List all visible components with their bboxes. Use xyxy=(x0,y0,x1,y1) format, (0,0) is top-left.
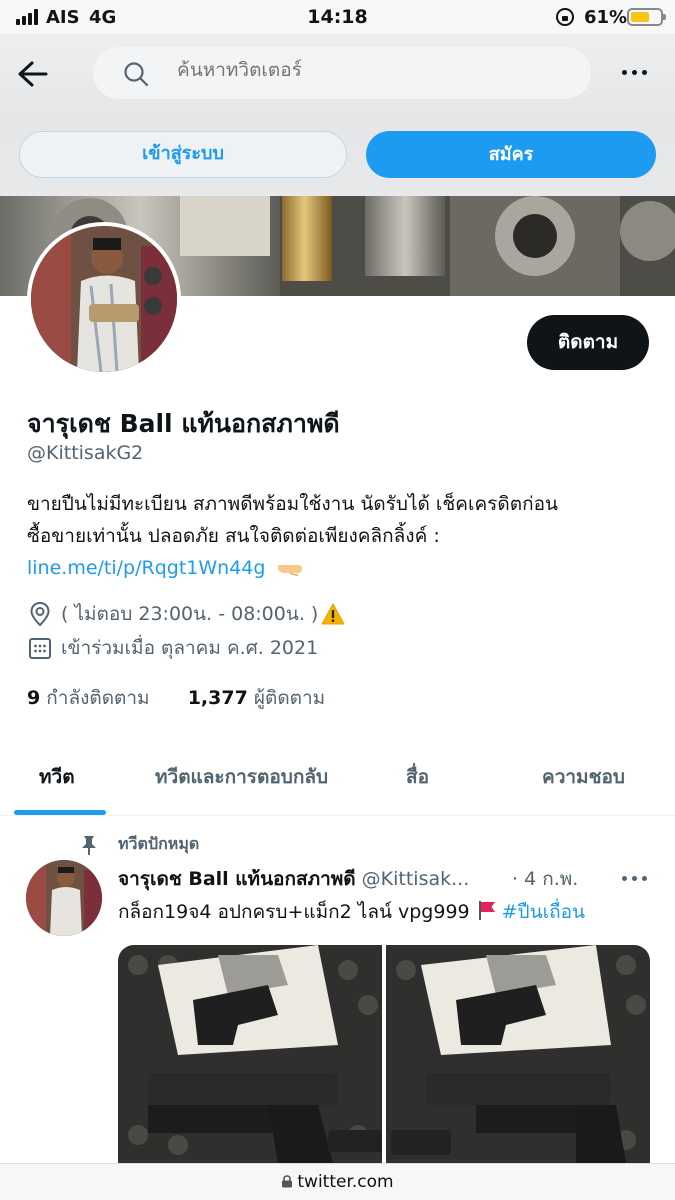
more-button[interactable] xyxy=(620,62,650,82)
tweet-author-handle[interactable]: @Kittisak... xyxy=(362,868,470,890)
warning-icon xyxy=(321,603,345,625)
signup-button[interactable]: สมัคร xyxy=(366,131,656,178)
tab-tweets[interactable]: ทวีต xyxy=(39,762,75,792)
active-tab-indicator xyxy=(14,810,106,815)
tweet-media xyxy=(118,945,650,1163)
bio-link-row: line.me/ti/p/Rqgt1Wn44g xyxy=(27,552,308,584)
tweet-hashtag[interactable]: #ปืนเถื่อน xyxy=(502,901,585,923)
search-icon xyxy=(124,62,149,87)
search-bar[interactable] xyxy=(93,47,591,99)
profile-avatar[interactable] xyxy=(27,222,181,376)
page-url: twitter.com xyxy=(297,1172,394,1192)
pointing-hand-icon xyxy=(277,564,302,576)
followers-count: 1,377 xyxy=(187,687,248,709)
tweet-date[interactable]: · 4 ก.พ. xyxy=(512,864,578,894)
following-link[interactable]: 9 กำลังติดตาม xyxy=(27,687,150,709)
login-button[interactable]: เข้าสู่ระบบ xyxy=(19,131,347,178)
tab-media[interactable]: สื่อ xyxy=(406,762,429,792)
follow-button[interactable]: ติดตาม xyxy=(527,315,649,370)
status-bar: AIS 4G 14:18 61% xyxy=(0,0,675,34)
tweet-media-image[interactable] xyxy=(386,945,650,1163)
tweet-text: กล็อก19จ4 อปกครบ+แม็ก2 ไลน์ vpg999 #ปืนเ… xyxy=(118,897,585,927)
lock-icon xyxy=(282,1175,293,1188)
followers-label: ผู้ติดตาม xyxy=(253,687,326,709)
bio-line: ขายปืนไม่มีทะเบียน สภาพดีพร้อมใช้งาน นัด… xyxy=(27,493,558,515)
followers-link[interactable]: 1,377 ผู้ติดตาม xyxy=(188,687,326,709)
red-flag-icon xyxy=(478,901,495,920)
following-label: กำลังติดตาม xyxy=(46,687,150,709)
search-input[interactable] xyxy=(177,59,557,81)
profile-handle: @KittisakG2 xyxy=(27,442,144,464)
calendar-icon xyxy=(29,638,51,659)
tweet-media-image[interactable] xyxy=(118,945,388,1163)
pinned-indicator: ทวีตปักหมุด xyxy=(78,832,199,857)
location-text: ( ไม่ตอบ 23:00น. - 08:00น. ) xyxy=(61,603,319,625)
tweet-header: จารุเดช Ball แท้นอกสภาพดี @Kittisak... xyxy=(118,864,518,894)
tweet-author-name[interactable]: จารุเดช Ball แท้นอกสภาพดี xyxy=(118,868,356,890)
tweet-body: กล็อก19จ4 อปกครบ+แม็ก2 ไลน์ vpg999 xyxy=(118,901,470,923)
follow-stats: 9 กำลังติดตาม 1,377 ผู้ติดตาม xyxy=(27,683,325,713)
browser-address-bar[interactable]: twitter.com xyxy=(0,1163,675,1200)
pin-icon xyxy=(82,835,96,855)
location-row: ( ไม่ตอบ 23:00น. - 08:00น. ) xyxy=(27,599,345,629)
bio-line: ซื้อขายเท่านั้น ปลอดภัย สนใจติดต่อเพียงค… xyxy=(27,525,440,547)
top-header: เข้าสู่ระบบ สมัคร xyxy=(0,34,675,196)
rotation-lock-icon xyxy=(556,8,574,26)
tab-tweets-and-replies[interactable]: ทวีตและการตอบกลับ xyxy=(155,762,328,792)
location-pin-icon xyxy=(30,601,50,627)
profile-bio: ขายปืนไม่มีทะเบียน สภาพดีพร้อมใช้งาน นัด… xyxy=(27,488,657,552)
bio-link[interactable]: line.me/ti/p/Rqgt1Wn44g xyxy=(27,557,265,579)
tweet-more-button[interactable] xyxy=(622,876,648,884)
back-arrow-icon xyxy=(18,61,48,87)
pinned-label: ทวีตปักหมุด xyxy=(118,834,200,853)
back-button[interactable] xyxy=(16,58,52,90)
tab-likes[interactable]: ความชอบ xyxy=(542,762,625,792)
profile-tabs: ทวีต ทวีตและการตอบกลับ สื่อ ความชอบ xyxy=(0,742,675,816)
tweet-author-avatar[interactable] xyxy=(26,860,102,936)
joined-text: เข้าร่วมเมื่อ ตุลาคม ค.ศ. 2021 xyxy=(61,637,319,659)
profile-display-name: จารุเดช Ball แท้นอกสภาพดี xyxy=(27,409,340,438)
joined-row: เข้าร่วมเมื่อ ตุลาคม ค.ศ. 2021 xyxy=(27,633,318,663)
battery-icon xyxy=(627,8,666,26)
following-count: 9 xyxy=(27,687,41,709)
battery-percentage: 61% xyxy=(584,7,628,28)
